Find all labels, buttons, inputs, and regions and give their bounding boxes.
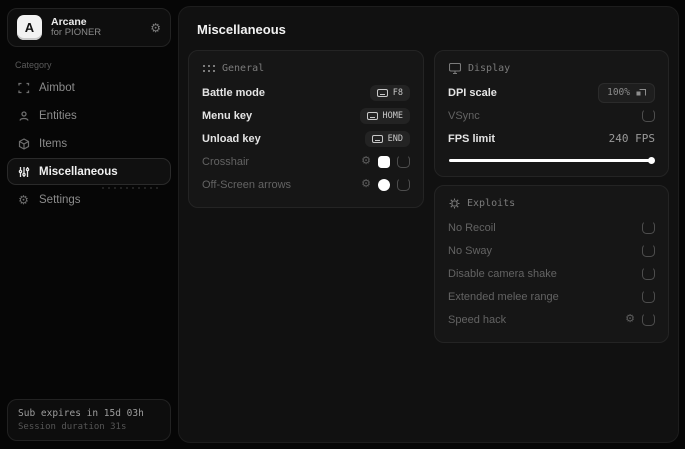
- sidebar: A Arcane for PIONER ⚙ Category Aimbot En…: [0, 0, 178, 449]
- offscreen-arrows-row: Off-Screen arrows ⚙: [202, 173, 410, 196]
- crosshair-checkbox[interactable]: [397, 155, 410, 168]
- fps-limit-value: 240 FPS: [608, 132, 655, 145]
- subscription-info-card: Sub expires in 15d 03h Session duration …: [7, 399, 171, 441]
- sidebar-nav: Aimbot Entities Items Miscellaneous ⚙ Se…: [7, 74, 171, 214]
- no-recoil-row: No Recoil: [448, 216, 655, 239]
- sidebar-item-label: Entities: [39, 109, 77, 122]
- gear-icon: ⚙: [18, 192, 29, 207]
- sidebar-item-label: Miscellaneous: [39, 165, 118, 178]
- fps-limit-row: FPS limit 240 FPS: [448, 127, 655, 150]
- vsync-row: VSync: [448, 104, 655, 127]
- sidebar-item-miscellaneous[interactable]: Miscellaneous: [7, 158, 171, 191]
- sidebar-item-label: Aimbot: [39, 81, 75, 94]
- session-duration-text: Session duration 31s: [18, 422, 127, 432]
- scan-icon: [17, 82, 30, 94]
- no-sway-row: No Sway: [448, 239, 655, 262]
- camera-shake-checkbox[interactable]: [642, 267, 655, 280]
- crosshair-row: Crosshair ⚙: [202, 150, 410, 173]
- scale-icon: [636, 87, 646, 99]
- battle-mode-row: Battle mode F8: [202, 81, 410, 104]
- general-panel: General Battle mode F8 Menu key HOME Unl…: [188, 50, 424, 208]
- row-label: DPI scale: [448, 86, 497, 99]
- items-icon: [17, 137, 30, 150]
- row-label: Battle mode: [202, 86, 265, 99]
- sidebar-item-aimbot[interactable]: Aimbot: [7, 74, 171, 101]
- no-recoil-checkbox[interactable]: [642, 221, 655, 234]
- entities-icon: [17, 110, 30, 122]
- extended-melee-range-row: Extended melee range: [448, 285, 655, 308]
- menu-keybind[interactable]: HOME: [359, 107, 410, 124]
- sub-expiry-text: Sub expires in 15d 03h: [18, 408, 144, 419]
- vsync-checkbox[interactable]: [642, 109, 655, 122]
- melee-range-checkbox[interactable]: [642, 290, 655, 303]
- arrows-checkbox[interactable]: [397, 178, 410, 191]
- unload-keybind[interactable]: END: [364, 130, 410, 147]
- row-label: No Sway: [448, 244, 493, 257]
- row-label: Off-Screen arrows: [202, 178, 292, 191]
- brand-subtitle: for PIONER: [51, 27, 102, 39]
- row-label: Unload key: [202, 132, 261, 145]
- sidebar-item-label: Settings: [39, 193, 81, 206]
- panel-header-label: Display: [468, 63, 511, 74]
- menu-key-row: Menu key HOME: [202, 104, 410, 127]
- keyboard-icon: [371, 134, 383, 143]
- row-label: Speed hack: [448, 313, 507, 326]
- fps-limit-slider[interactable]: [449, 157, 655, 164]
- row-label: Disable camera shake: [448, 267, 557, 280]
- dpi-scale-select[interactable]: 100%: [598, 82, 655, 103]
- sidebar-item-label: Items: [39, 137, 68, 150]
- exploits-panel: Exploits No Recoil No Sway Disable camer…: [434, 185, 669, 343]
- panel-header-label: General: [222, 63, 265, 74]
- speed-hack-checkbox[interactable]: [642, 313, 655, 326]
- battle-mode-keybind[interactable]: F8: [369, 84, 410, 101]
- gear-icon[interactable]: ⚙: [361, 179, 371, 190]
- display-panel: Display DPI scale 100% VSync FPS limit 2…: [434, 50, 669, 177]
- gear-icon[interactable]: ⚙: [625, 314, 635, 325]
- row-label: FPS limit: [448, 132, 496, 145]
- panel-header-label: Exploits: [467, 198, 516, 209]
- unload-key-row: Unload key END: [202, 127, 410, 150]
- disable-camera-shake-row: Disable camera shake: [448, 262, 655, 285]
- row-label: No Recoil: [448, 221, 496, 234]
- sidebar-item-items[interactable]: Items: [7, 130, 171, 157]
- row-label: VSync: [448, 109, 480, 122]
- row-label: Crosshair: [202, 155, 250, 168]
- sidebar-item-entities[interactable]: Entities: [7, 102, 171, 129]
- row-label: Menu key: [202, 109, 253, 122]
- keyboard-icon: [366, 111, 378, 120]
- fps-slider-fill: [449, 159, 654, 162]
- row-label: Extended melee range: [448, 290, 559, 303]
- brand-card: A Arcane for PIONER ⚙: [7, 8, 171, 47]
- app-window: A Arcane for PIONER ⚙ Category Aimbot En…: [0, 0, 685, 449]
- gear-icon[interactable]: ⚙: [361, 156, 371, 167]
- keyboard-icon: [376, 88, 388, 97]
- crosshair-color-swatch[interactable]: [378, 155, 390, 168]
- gear-icon[interactable]: ⚙: [150, 21, 161, 35]
- arrows-color-swatch[interactable]: [378, 178, 390, 191]
- grid-dots-icon: [203, 64, 215, 73]
- monitor-icon: [449, 63, 461, 74]
- app-logo: A: [17, 15, 42, 40]
- speed-hack-row: Speed hack ⚙: [448, 308, 655, 331]
- sliders-icon: [17, 166, 30, 178]
- no-sway-checkbox[interactable]: [642, 244, 655, 257]
- category-label: Category: [15, 60, 52, 70]
- sidebar-item-settings[interactable]: ⚙ Settings: [7, 186, 171, 213]
- page-title: Miscellaneous: [197, 22, 286, 37]
- dpi-scale-row: DPI scale 100%: [448, 81, 655, 104]
- main-panel: Miscellaneous General Battle mode F8 Men…: [178, 6, 679, 443]
- fps-slider-knob[interactable]: [648, 157, 655, 164]
- bug-icon: [449, 198, 460, 209]
